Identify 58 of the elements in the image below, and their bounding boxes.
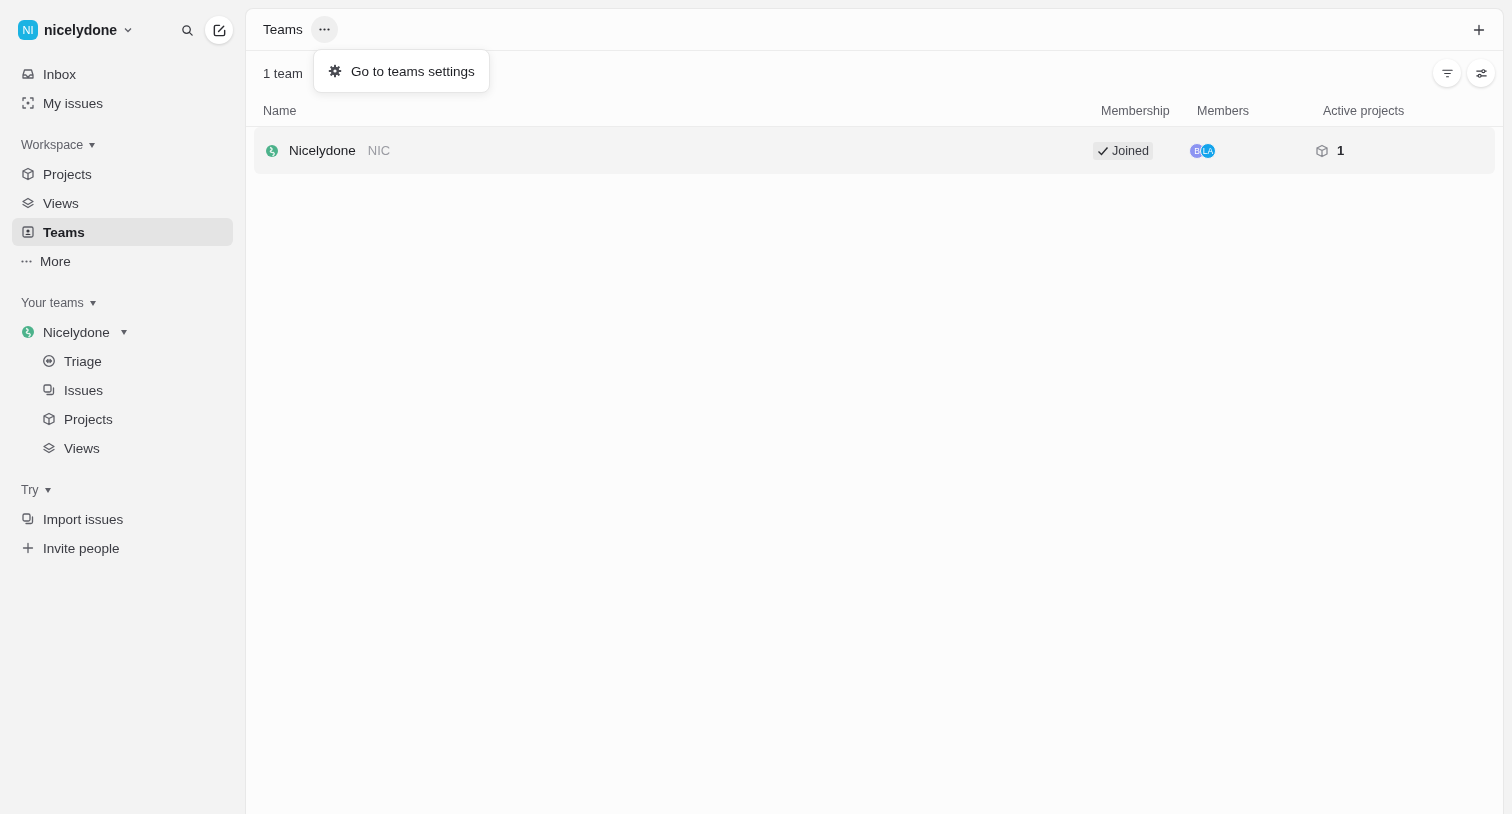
caret-icon[interactable] — [44, 487, 51, 493]
squares-icon — [21, 512, 35, 526]
member-avatar: LA — [1200, 142, 1216, 159]
new-issue-button[interactable] — [205, 16, 233, 44]
sidebar-item[interactable]: Nicelydone — [12, 318, 119, 346]
compose-icon — [211, 22, 227, 38]
inbox-icon — [21, 67, 35, 81]
caret-icon[interactable] — [89, 142, 96, 148]
plus-icon — [1473, 23, 1485, 36]
column-header[interactable]: Active projects — [1323, 103, 1503, 118]
display-options-button[interactable] — [1467, 59, 1495, 87]
sidebar-item[interactable]: Views — [12, 189, 233, 217]
sidebar-item[interactable]: Teams — [12, 218, 233, 246]
more-icon — [318, 28, 330, 31]
sidebar-item[interactable]: Issues — [12, 376, 233, 404]
sidebar-item[interactable]: Views — [12, 434, 233, 462]
search-icon — [180, 23, 194, 37]
arrows-circle-icon — [42, 354, 56, 368]
column-header[interactable]: Members — [1197, 103, 1323, 118]
sidebar-item[interactable]: Inbox — [12, 60, 233, 88]
team-key: NIC — [367, 143, 391, 158]
sidebar-item[interactable]: Invite people — [12, 534, 233, 562]
sidebar-item[interactable]: Projects — [12, 160, 233, 188]
column-header[interactable]: Name — [263, 103, 1101, 118]
sidebar-item[interactable]: More — [12, 247, 233, 275]
workspace-switcher[interactable]: NI nicelydone — [18, 20, 134, 40]
target-icon — [21, 96, 35, 110]
workspace-avatar: NI — [18, 20, 38, 40]
section-header[interactable]: Try — [21, 483, 39, 497]
project-count: 1 — [1337, 143, 1345, 158]
person-card-icon — [21, 225, 35, 239]
membership-badge: Joined — [1093, 141, 1153, 160]
chevron-down-icon — [123, 25, 134, 35]
sidebar-item[interactable]: Import issues — [12, 505, 233, 533]
sidebar-item[interactable]: Projects — [12, 405, 233, 433]
menu-item[interactable]: Go to teams settings — [322, 56, 481, 86]
layers-icon — [21, 196, 35, 210]
column-header[interactable]: Membership — [1101, 103, 1197, 118]
cube-icon — [21, 167, 35, 181]
team-count: 1 team — [263, 65, 303, 81]
section-header[interactable]: Your teams — [21, 296, 84, 310]
sidebar-item[interactable]: My issues — [12, 89, 233, 117]
more-icon — [21, 259, 32, 263]
cube-icon — [42, 412, 56, 426]
table-row[interactable]: Nicelydone NIC Joined B LA 1 — [254, 127, 1495, 174]
caret-icon[interactable] — [120, 329, 127, 335]
sidebar-item[interactable]: Triage — [12, 347, 233, 375]
sliders-icon — [1474, 66, 1488, 80]
cube-icon — [1315, 143, 1329, 158]
squares-icon — [42, 383, 56, 397]
gear-icon — [328, 64, 342, 78]
page-title: Teams — [263, 22, 303, 37]
filter-button[interactable] — [1433, 59, 1461, 87]
section-header[interactable]: Workspace — [21, 138, 84, 152]
layers-icon — [42, 441, 56, 455]
team-name: Nicelydone — [289, 143, 356, 158]
plus-icon — [21, 541, 35, 555]
caret-icon[interactable] — [89, 300, 96, 306]
